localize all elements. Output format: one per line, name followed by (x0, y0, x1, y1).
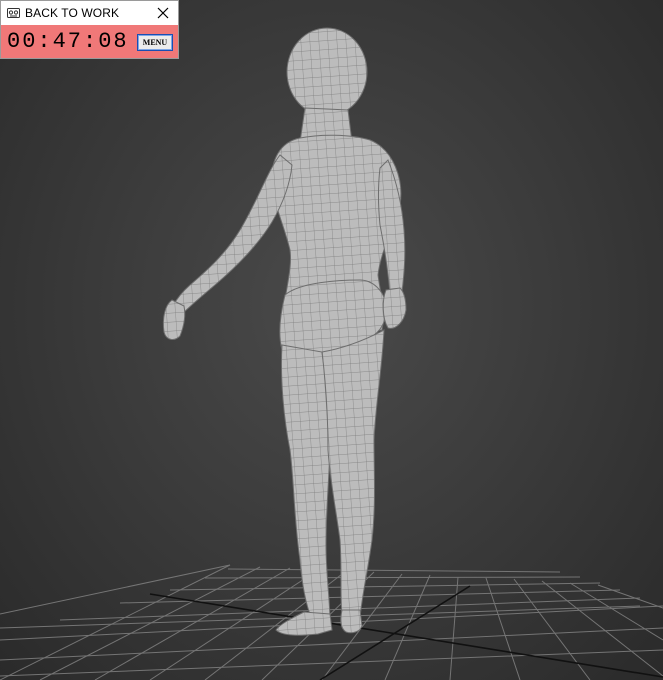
mesh-foot-right (340, 609, 363, 634)
countdown-display: 00:47:08 (7, 29, 129, 54)
window-title: BACK TO WORK (25, 6, 120, 20)
mesh-hand-right (382, 287, 407, 329)
mesh-leg-right (321, 329, 385, 619)
mesh-arm-left (171, 154, 293, 317)
menu-button[interactable]: MENU (137, 34, 173, 51)
timer-window[interactable]: BACK TO WORK 00:47:08 MENU (0, 0, 179, 59)
close-icon (157, 7, 169, 19)
mesh-head (286, 27, 368, 117)
timer-titlebar[interactable]: BACK TO WORK (1, 1, 178, 25)
mesh-hand-left (162, 299, 186, 340)
close-button[interactable] (154, 4, 172, 22)
character-mesh[interactable] (162, 27, 407, 636)
3d-viewport[interactable] (0, 0, 663, 680)
cassette-icon (6, 6, 20, 20)
mesh-arm-right (378, 159, 406, 295)
viewport-canvas[interactable] (0, 0, 663, 680)
mesh-leg-left (280, 344, 331, 623)
timer-body: 00:47:08 MENU (1, 25, 178, 58)
